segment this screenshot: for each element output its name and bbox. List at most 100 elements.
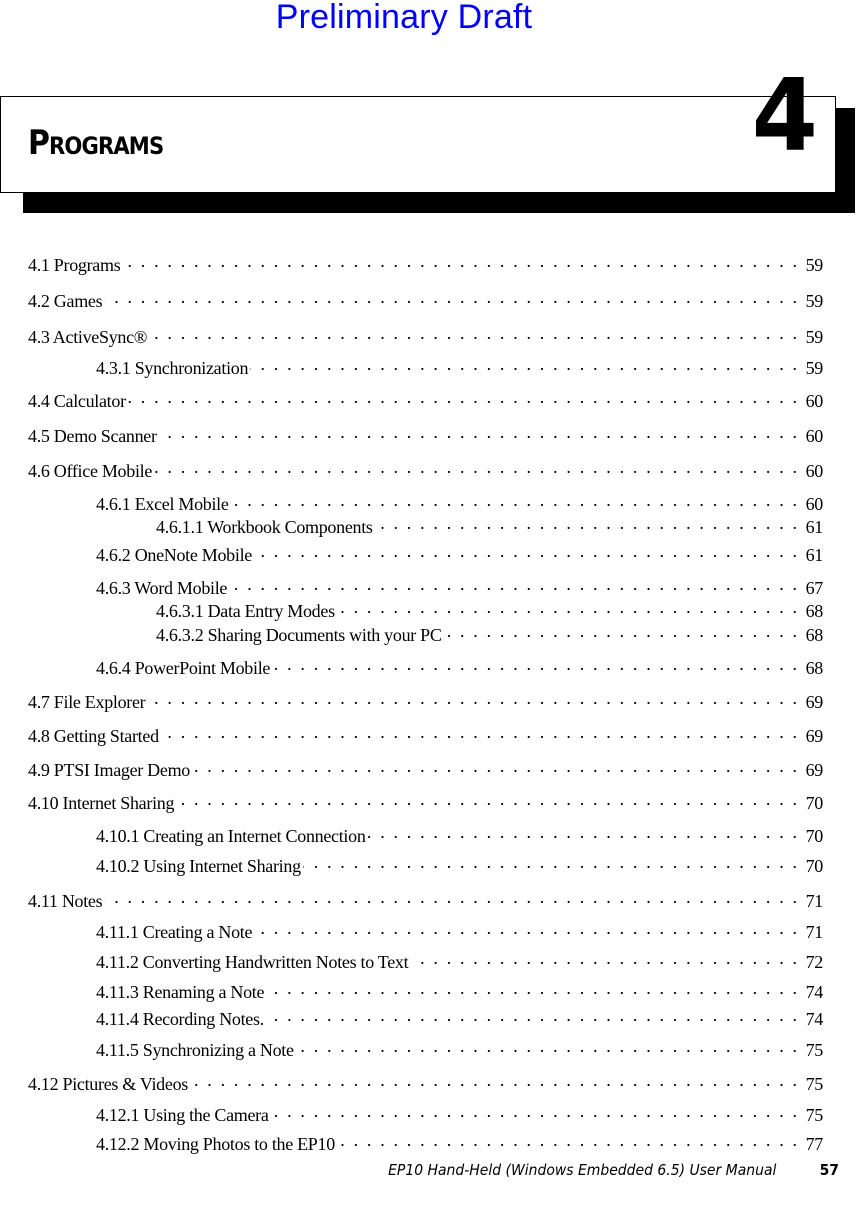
toc-entry[interactable]: 4.10.1 Creating an Internet Connection 70 bbox=[28, 822, 823, 846]
toc-entry[interactable]: 4.6.1 Excel Mobile 60 bbox=[28, 490, 823, 514]
toc-entry[interactable]: 4.12.1 Using the Camera 75 bbox=[28, 1101, 823, 1125]
dot-leader bbox=[254, 541, 797, 561]
toc-entry-page: 60 bbox=[805, 426, 824, 446]
toc-entry[interactable]: 4.3.1 Synchronization 59 bbox=[28, 354, 823, 378]
toc-entry-label: 4.11.2 Converting Handwritten Notes to T… bbox=[96, 952, 411, 972]
dot-leader bbox=[266, 1005, 797, 1025]
toc-entry-page: 60 bbox=[805, 391, 824, 411]
toc-entry-label: 4.6.4 PowerPoint Mobile bbox=[96, 658, 273, 678]
toc-entry-label: 4.11.1 Creating a Note bbox=[96, 922, 255, 942]
page-number: 57 bbox=[819, 1161, 839, 1179]
toc-entry[interactable]: 4.10 Internet Sharing 70 bbox=[28, 789, 823, 813]
toc-entry[interactable]: 4.3 ActiveSync® 59 bbox=[28, 323, 823, 347]
toc-entry-label: 4.12.1 Using the Camera bbox=[96, 1105, 271, 1125]
dot-leader bbox=[271, 1101, 797, 1121]
dot-leader bbox=[159, 422, 797, 442]
toc-entry-label: 4.6.3.2 Sharing Documents with your PC bbox=[156, 625, 444, 645]
toc-entry-label: 4.7 File Explorer bbox=[28, 692, 148, 712]
toc-entry-label: 4.8 Getting Started bbox=[28, 726, 161, 746]
toc-entry-page: 69 bbox=[805, 726, 824, 746]
toc-entry-label: 4.6.1 Excel Mobile bbox=[96, 494, 231, 514]
toc-entry-page: 61 bbox=[805, 517, 824, 537]
toc-entry-label: 4.10.2 Using Internet Sharing bbox=[96, 856, 303, 876]
toc-entry-page: 75 bbox=[805, 1040, 824, 1060]
toc-entry-label: 4.12 Pictures & Videos bbox=[28, 1074, 190, 1094]
toc-entry-page: 68 bbox=[805, 625, 824, 645]
toc-entry-label: 4.11.3 Renaming a Note bbox=[96, 982, 267, 1002]
toc-entry[interactable]: 4.8 Getting Started 69 bbox=[28, 722, 823, 746]
toc-entry[interactable]: 4.12.2 Moving Photos to the EP10 77 bbox=[28, 1130, 823, 1154]
toc-entry-page: 68 bbox=[805, 601, 824, 621]
toc-entry[interactable]: 4.6 Office Mobile 60 bbox=[28, 457, 823, 481]
toc-entry-page: 60 bbox=[805, 461, 824, 481]
toc-entry-page: 69 bbox=[805, 760, 824, 780]
toc-entry-label: 4.11.5 Synchronizing a Note bbox=[96, 1040, 296, 1060]
toc-entry[interactable]: 4.11.3 Renaming a Note 74 bbox=[28, 978, 823, 1002]
toc-entry-page: 68 bbox=[805, 658, 824, 678]
toc-entry[interactable]: 4.6.1.1 Workbook Components 61 bbox=[28, 513, 823, 537]
dot-leader bbox=[176, 789, 797, 809]
toc-entry[interactable]: 4.9 PTSI Imager Demo 69 bbox=[28, 756, 823, 780]
dot-leader bbox=[337, 597, 797, 617]
toc-entry-page: 60 bbox=[805, 494, 824, 514]
toc-entry-page: 59 bbox=[805, 358, 824, 378]
toc-entry[interactable]: 4.11.5 Synchronizing a Note 75 bbox=[28, 1036, 823, 1060]
toc-entry[interactable]: 4.11.2 Converting Handwritten Notes to T… bbox=[28, 948, 823, 972]
toc-entry[interactable]: 4.12 Pictures & Videos 75 bbox=[28, 1070, 823, 1094]
dot-leader bbox=[296, 1036, 797, 1056]
toc-entry-label: 4.4 Calculator bbox=[28, 391, 128, 411]
toc-entry-label: 4.1 Programs bbox=[28, 255, 123, 275]
toc-entry[interactable]: 4.6.2 OneNote Mobile 61 bbox=[28, 541, 823, 565]
dot-leader bbox=[104, 287, 797, 307]
toc-entry[interactable]: 4.6.3.2 Sharing Documents with your PC 68 bbox=[28, 621, 823, 645]
toc-entry-label: 4.6.1.1 Workbook Components bbox=[156, 517, 375, 537]
toc-entry[interactable]: 4.1 Programs 59 bbox=[28, 251, 823, 275]
toc-entry-page: 77 bbox=[805, 1134, 824, 1154]
toc-entry-label: 4.12.2 Moving Photos to the EP10 bbox=[96, 1134, 337, 1154]
toc-entry-label: 4.6.3 Word Mobile bbox=[96, 578, 230, 598]
dot-leader bbox=[266, 978, 797, 998]
dot-leader bbox=[104, 887, 797, 907]
toc-entry-page: 74 bbox=[805, 982, 824, 1002]
toc-entry-label: 4.3 ActiveSync® bbox=[28, 327, 150, 347]
dot-leader bbox=[303, 852, 797, 872]
manual-title: EP10 Hand-Held (Windows Embedded 6.5) Us… bbox=[388, 1161, 777, 1179]
toc-entry-page: 72 bbox=[805, 952, 824, 972]
toc-entry[interactable]: 4.6.3.1 Data Entry Modes 68 bbox=[28, 597, 823, 621]
toc-entry-page: 59 bbox=[805, 291, 824, 311]
toc-entry[interactable]: 4.11 Notes 71 bbox=[28, 887, 823, 911]
toc-entry-label: 4.11.4 Recording Notes. bbox=[96, 1009, 266, 1029]
toc-entry[interactable]: 4.11.1 Creating a Note 71 bbox=[28, 918, 823, 942]
toc-entry-page: 59 bbox=[805, 327, 824, 347]
toc-entry-label: 4.5 Demo Scanner bbox=[28, 426, 159, 446]
toc-entry[interactable]: 4.4 Calculator 60 bbox=[28, 387, 823, 411]
page-footer: EP10 Hand-Held (Windows Embedded 6.5) Us… bbox=[388, 1161, 839, 1179]
toc-entry[interactable]: 4.10.2 Using Internet Sharing 70 bbox=[28, 852, 823, 876]
toc-entry-label: 4.9 PTSI Imager Demo bbox=[28, 760, 192, 780]
toc-entry[interactable]: 4.7 File Explorer 69 bbox=[28, 688, 823, 712]
toc-entry[interactable]: 4.6.4 PowerPoint Mobile 68 bbox=[28, 654, 823, 678]
toc-entry-page: 75 bbox=[805, 1074, 824, 1094]
dot-leader bbox=[192, 756, 797, 776]
dot-leader bbox=[410, 948, 797, 968]
toc-entry-page: 69 bbox=[805, 692, 824, 712]
dot-leader bbox=[122, 251, 797, 271]
dot-leader bbox=[272, 654, 797, 674]
dot-leader bbox=[147, 688, 797, 708]
toc-entry-page: 59 bbox=[805, 255, 824, 275]
dot-leader bbox=[154, 457, 797, 477]
toc-entry-label: 4.10.1 Creating an Internet Connection bbox=[96, 826, 368, 846]
toc-entry-page: 75 bbox=[805, 1105, 824, 1125]
toc-entry[interactable]: 4.6.3 Word Mobile 67 bbox=[28, 574, 823, 598]
preliminary-draft-watermark: Preliminary Draft bbox=[275, 0, 533, 36]
toc-entry[interactable]: 4.11.4 Recording Notes. 74 bbox=[28, 1005, 823, 1029]
toc-entry[interactable]: 4.5 Demo Scanner 60 bbox=[28, 422, 823, 446]
dot-leader bbox=[337, 1130, 797, 1150]
toc-entry-page: 71 bbox=[805, 891, 824, 911]
dot-leader bbox=[229, 574, 797, 594]
toc-entry-label: 4.3.1 Synchronization bbox=[96, 358, 251, 378]
toc-entry-page: 71 bbox=[805, 922, 824, 942]
toc-entry-label: 4.11 Notes bbox=[28, 891, 105, 911]
toc-entry-page: 70 bbox=[805, 793, 824, 813]
toc-entry[interactable]: 4.2 Games 59 bbox=[28, 287, 823, 311]
